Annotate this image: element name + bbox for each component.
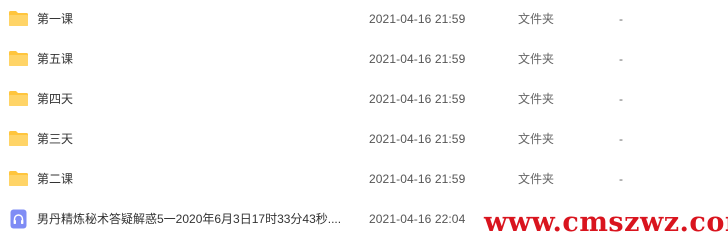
file-type: 文件夹 (518, 12, 555, 26)
file-row[interactable]: 第三天 2021-04-16 21:59 文件夹 - (0, 120, 728, 160)
file-row[interactable]: 第五课 2021-04-16 21:59 文件夹 - (0, 40, 728, 80)
folder-icon (9, 91, 28, 106)
file-name[interactable]: 男丹精炼秘术答疑解惑5一2020年6月3日17时33分43秒.... (37, 212, 341, 226)
file-modified-date: 2021-04-16 21:59 (369, 92, 466, 106)
file-name[interactable]: 第三天 (37, 132, 73, 146)
folder-icon (9, 11, 28, 26)
watermark: www.cmszwz.com (484, 207, 728, 238)
file-row[interactable]: 第四天 2021-04-16 21:59 文件夹 - (0, 80, 728, 120)
file-list: 第一课 2021-04-16 21:59 文件夹 - 第五课 2021-04-1… (0, 0, 728, 242)
file-row[interactable]: 第一课 2021-04-16 21:59 文件夹 - (0, 0, 728, 40)
file-modified-date: 2021-04-16 21:59 (369, 52, 466, 66)
folder-icon (9, 51, 28, 66)
file-type: 文件夹 (518, 132, 555, 146)
file-type: 文件夹 (518, 172, 555, 186)
file-size: - (619, 12, 623, 26)
file-modified-date: 2021-04-16 21:59 (369, 132, 466, 146)
file-modified-date: 2021-04-16 21:59 (369, 172, 466, 186)
file-size: - (619, 172, 623, 186)
file-name[interactable]: 第二课 (37, 172, 73, 186)
file-name[interactable]: 第一课 (37, 12, 73, 26)
file-type: 文件夹 (518, 92, 555, 106)
audio-file-icon (10, 209, 27, 229)
folder-icon (9, 131, 28, 146)
file-modified-date: 2021-04-16 21:59 (369, 12, 466, 26)
file-type: 文件夹 (518, 52, 555, 66)
file-modified-date: 2021-04-16 22:04 (369, 212, 466, 226)
file-size: - (619, 52, 623, 66)
file-name[interactable]: 第五课 (37, 52, 73, 66)
folder-icon (9, 171, 28, 186)
file-size: - (619, 132, 623, 146)
file-name[interactable]: 第四天 (37, 92, 73, 106)
file-row[interactable]: 第二课 2021-04-16 21:59 文件夹 - (0, 160, 728, 200)
file-size: - (619, 92, 623, 106)
